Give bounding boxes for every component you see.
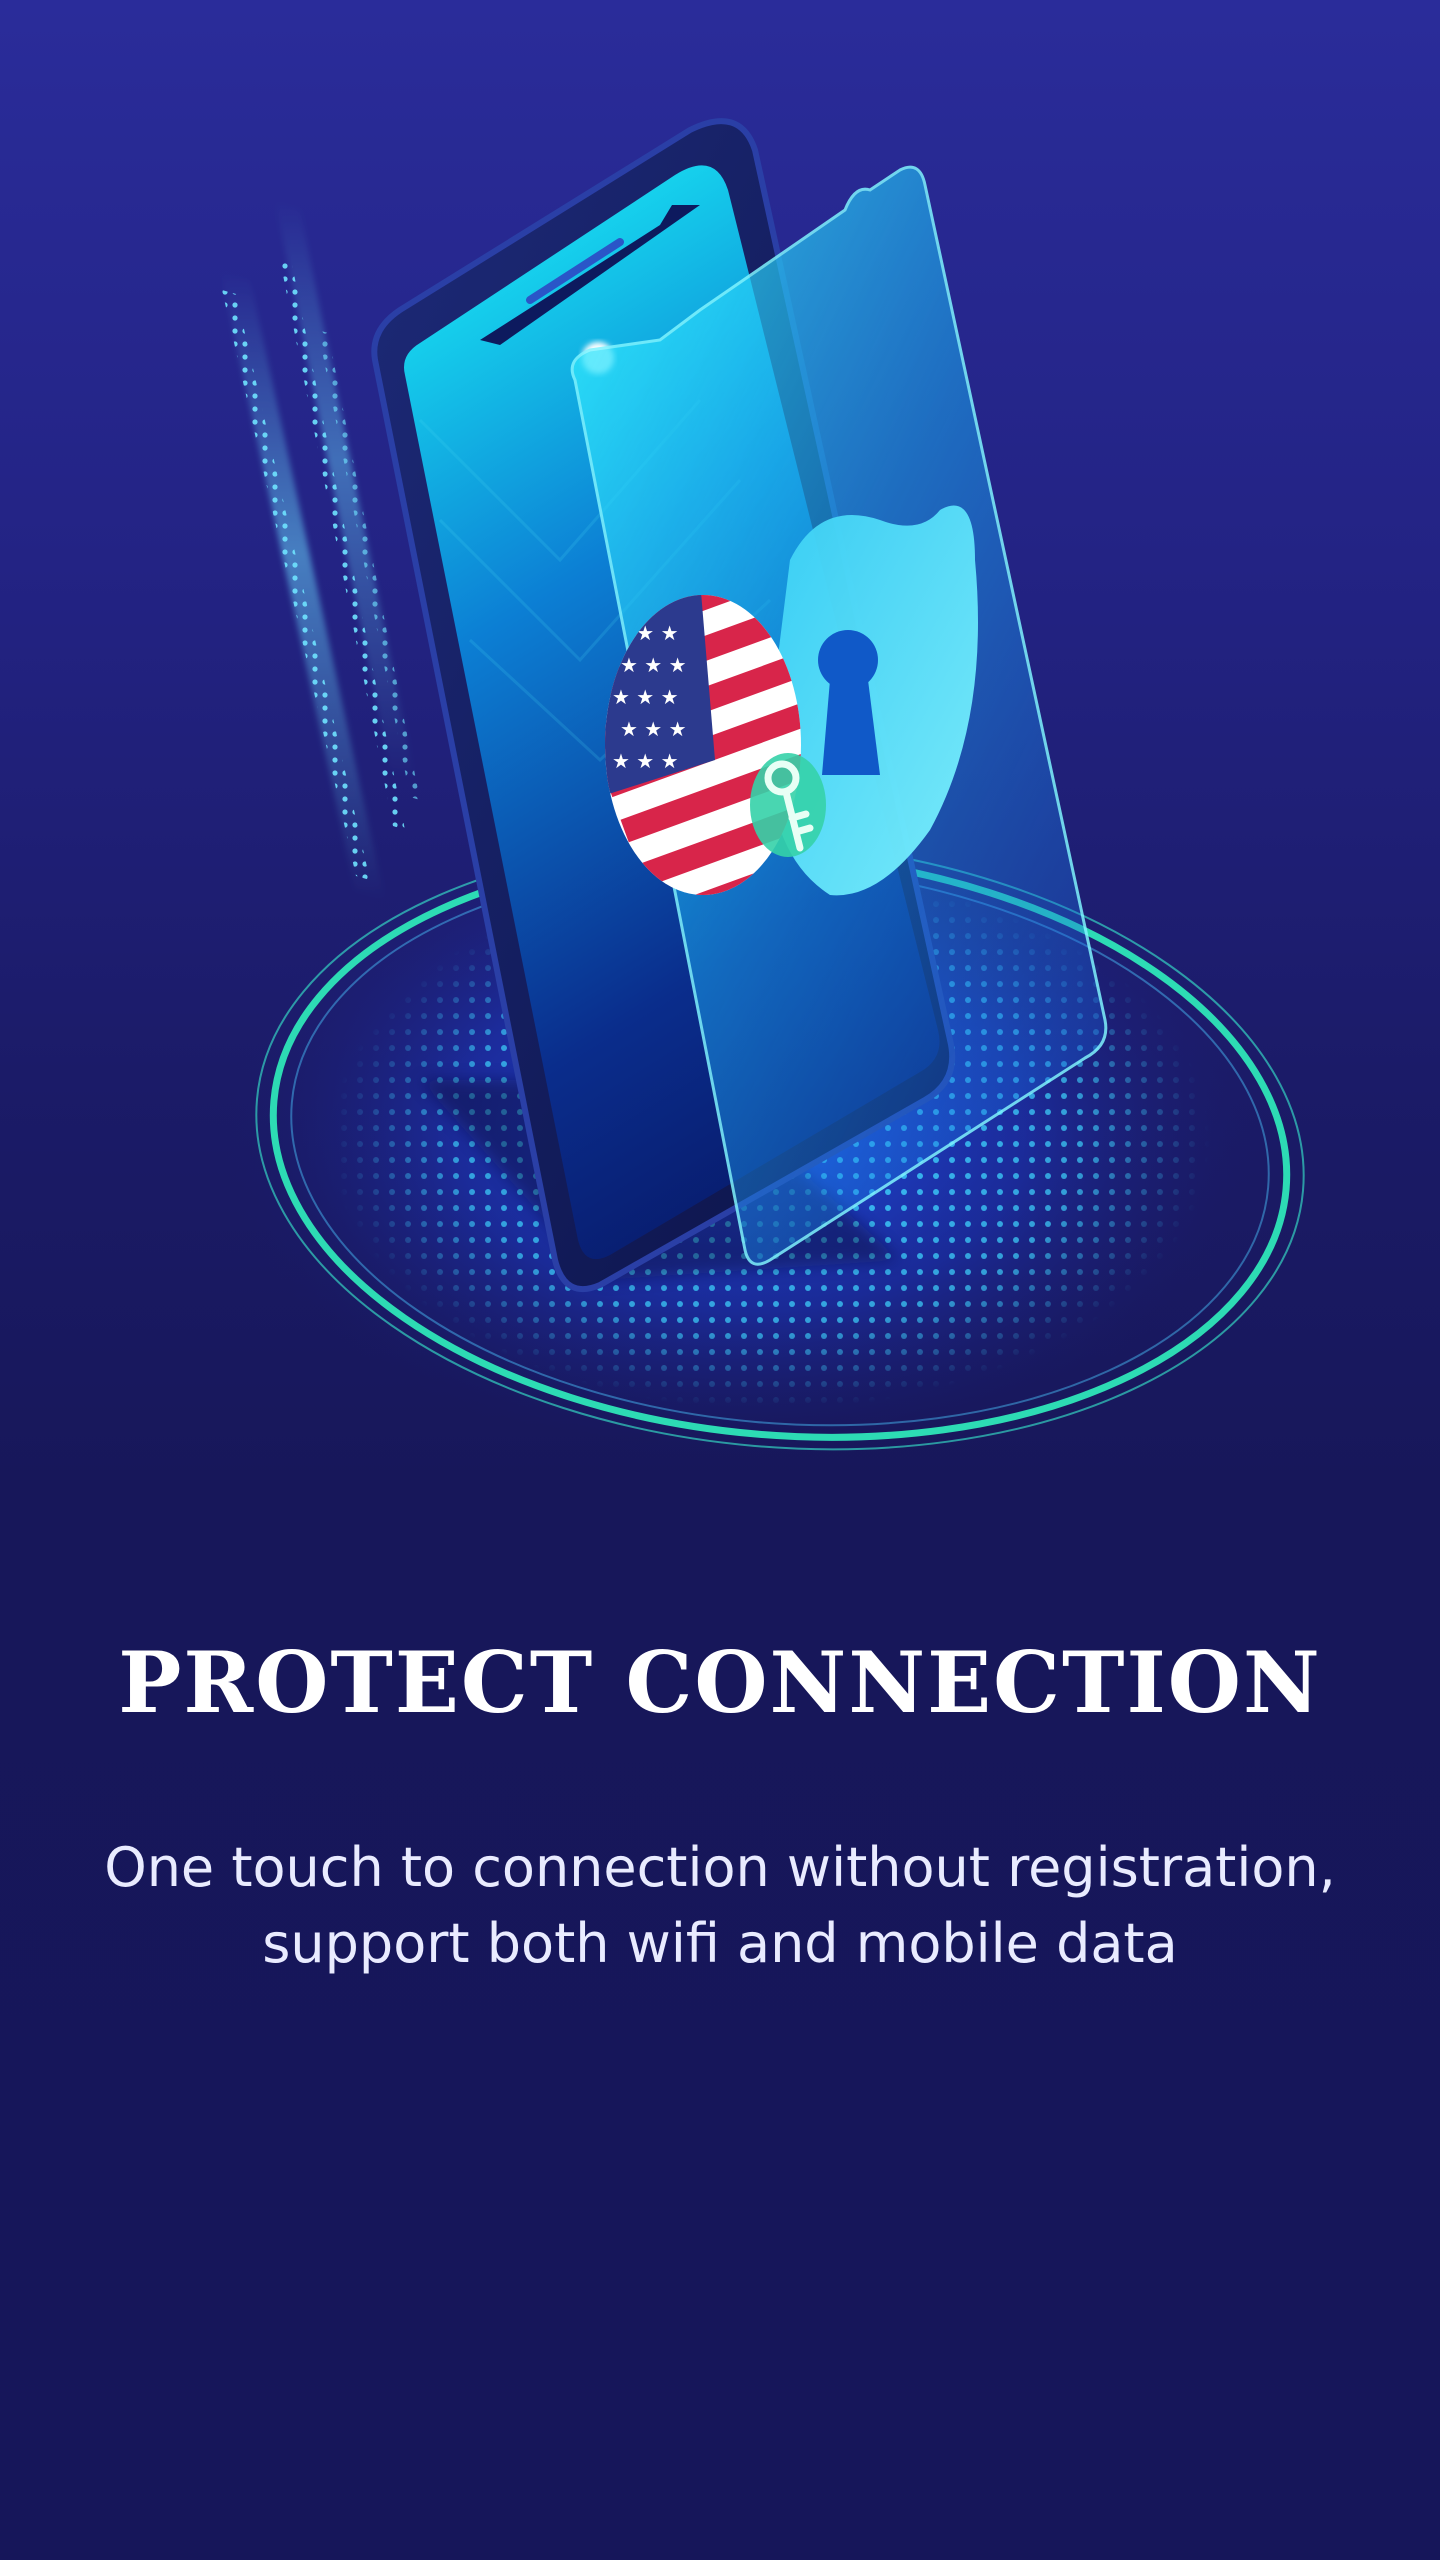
- svg-text:★ ★ ★: ★ ★ ★: [612, 749, 679, 773]
- light-beams: [220, 200, 415, 900]
- svg-text:★ ★ ★: ★ ★ ★: [620, 653, 687, 677]
- svg-text:★ ★ ★: ★ ★ ★: [620, 717, 687, 741]
- page-title: PROTECT CONNECTION: [118, 1633, 1322, 1732]
- svg-text:★ ★ ★: ★ ★ ★: [612, 685, 679, 709]
- description-line-1: One touch to connection without registra…: [104, 1836, 1336, 1899]
- onboarding-screen: ★ ★ ★ ★ ★ ★ ★ ★ ★ ★ ★ ★ ★ ★ ★ PROTECT CO…: [0, 0, 1440, 2560]
- hero-illustration: ★ ★ ★ ★ ★ ★ ★ ★ ★ ★ ★ ★ ★ ★ ★: [220, 118, 1305, 1460]
- key-icon: [750, 753, 826, 857]
- description-line-2: support both wifi and mobile data: [262, 1912, 1178, 1975]
- page-description: One touch to connection without registra…: [80, 1830, 1360, 1982]
